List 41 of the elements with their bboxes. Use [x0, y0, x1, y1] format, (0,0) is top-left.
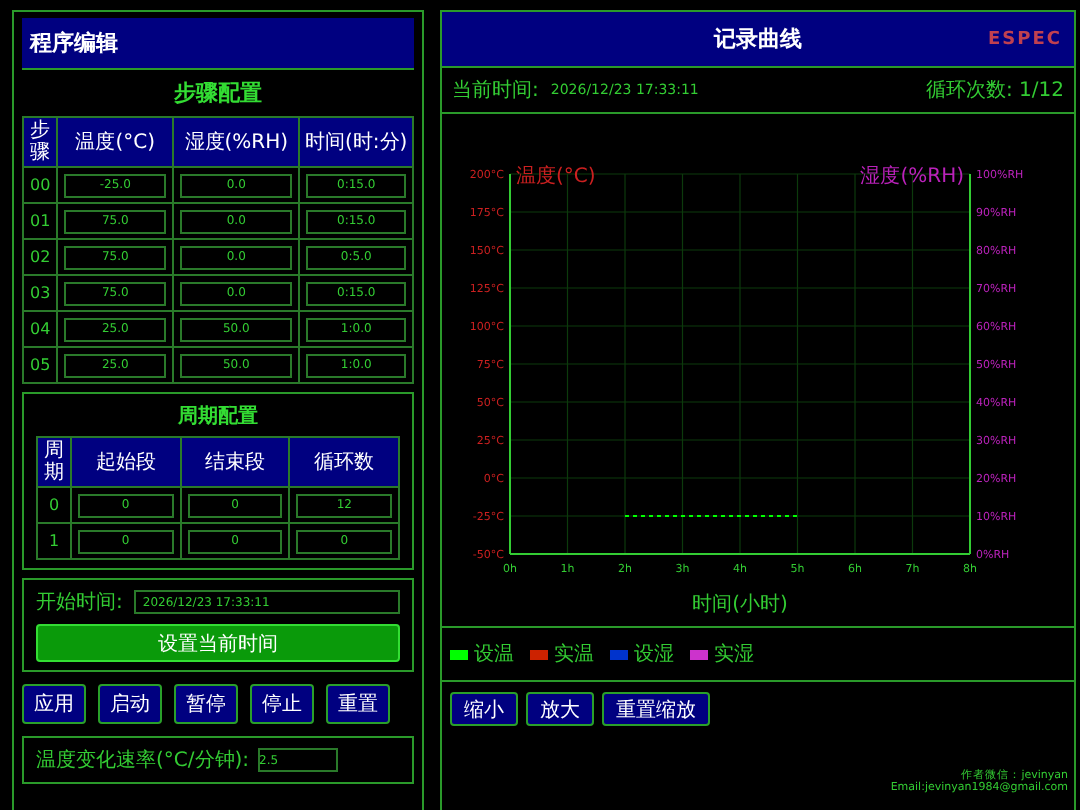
column-header: 结束段 [180, 437, 290, 487]
cycle-number: 1 [37, 523, 71, 559]
step-number: 00 [23, 167, 58, 203]
legend-label: 设湿 [634, 642, 674, 668]
zoom-button[interactable]: 缩小 [450, 692, 518, 726]
zoom-button[interactable]: 放大 [526, 692, 594, 726]
column-header: 循环数 [289, 437, 399, 487]
rate-label: 温度变化速率(°C/分钟): [36, 747, 250, 774]
column-header: 步骤 [23, 117, 58, 167]
step-number: 02 [23, 239, 58, 275]
control-button[interactable]: 暂停 [174, 684, 238, 724]
section-title: 周期配置 [176, 403, 260, 430]
section-title: 步骤配置 [172, 78, 264, 108]
step-number: 01 [23, 203, 58, 239]
legend-label: 实温 [554, 641, 594, 668]
control-button[interactable]: 应用 [22, 684, 86, 724]
step-number: 03 [23, 275, 58, 311]
legend-label: 实湿 [714, 641, 754, 668]
column-header: 周期 [37, 437, 71, 487]
current-time-label: 当前时间: [452, 77, 539, 104]
cycle-count: 循环次数: 1/12 [925, 78, 1064, 104]
y2-axis-title: 湿度(%RH) [860, 166, 964, 188]
step-number: 05 [23, 347, 58, 383]
start-time-label: 开始时间: [36, 589, 123, 616]
control-button[interactable]: 停止 [250, 684, 314, 724]
legend-label: 设温 [474, 642, 514, 668]
panel-title: 记录曲线 [714, 24, 802, 54]
column-header: 湿度(%RH) [173, 117, 300, 167]
x-axis-title: 时间(小时) [692, 594, 788, 616]
y-axis-title: 温度(°C) [516, 166, 596, 188]
set-current-time-button[interactable]: 设置当前时间 [36, 624, 400, 662]
control-button[interactable]: 启动 [98, 684, 162, 724]
zoom-button[interactable]: 重置缩放 [602, 692, 710, 726]
logo: ESPEC [988, 29, 1062, 49]
column-header: 起始段 [71, 437, 181, 487]
step-number: 04 [23, 311, 58, 347]
column-header: 温度(°C) [57, 117, 174, 167]
control-button[interactable]: 重置 [326, 684, 390, 724]
cycle-number: 0 [37, 487, 71, 523]
column-header: 时间(时:分) [299, 117, 413, 167]
panel-title: 程序编辑 [22, 18, 414, 70]
